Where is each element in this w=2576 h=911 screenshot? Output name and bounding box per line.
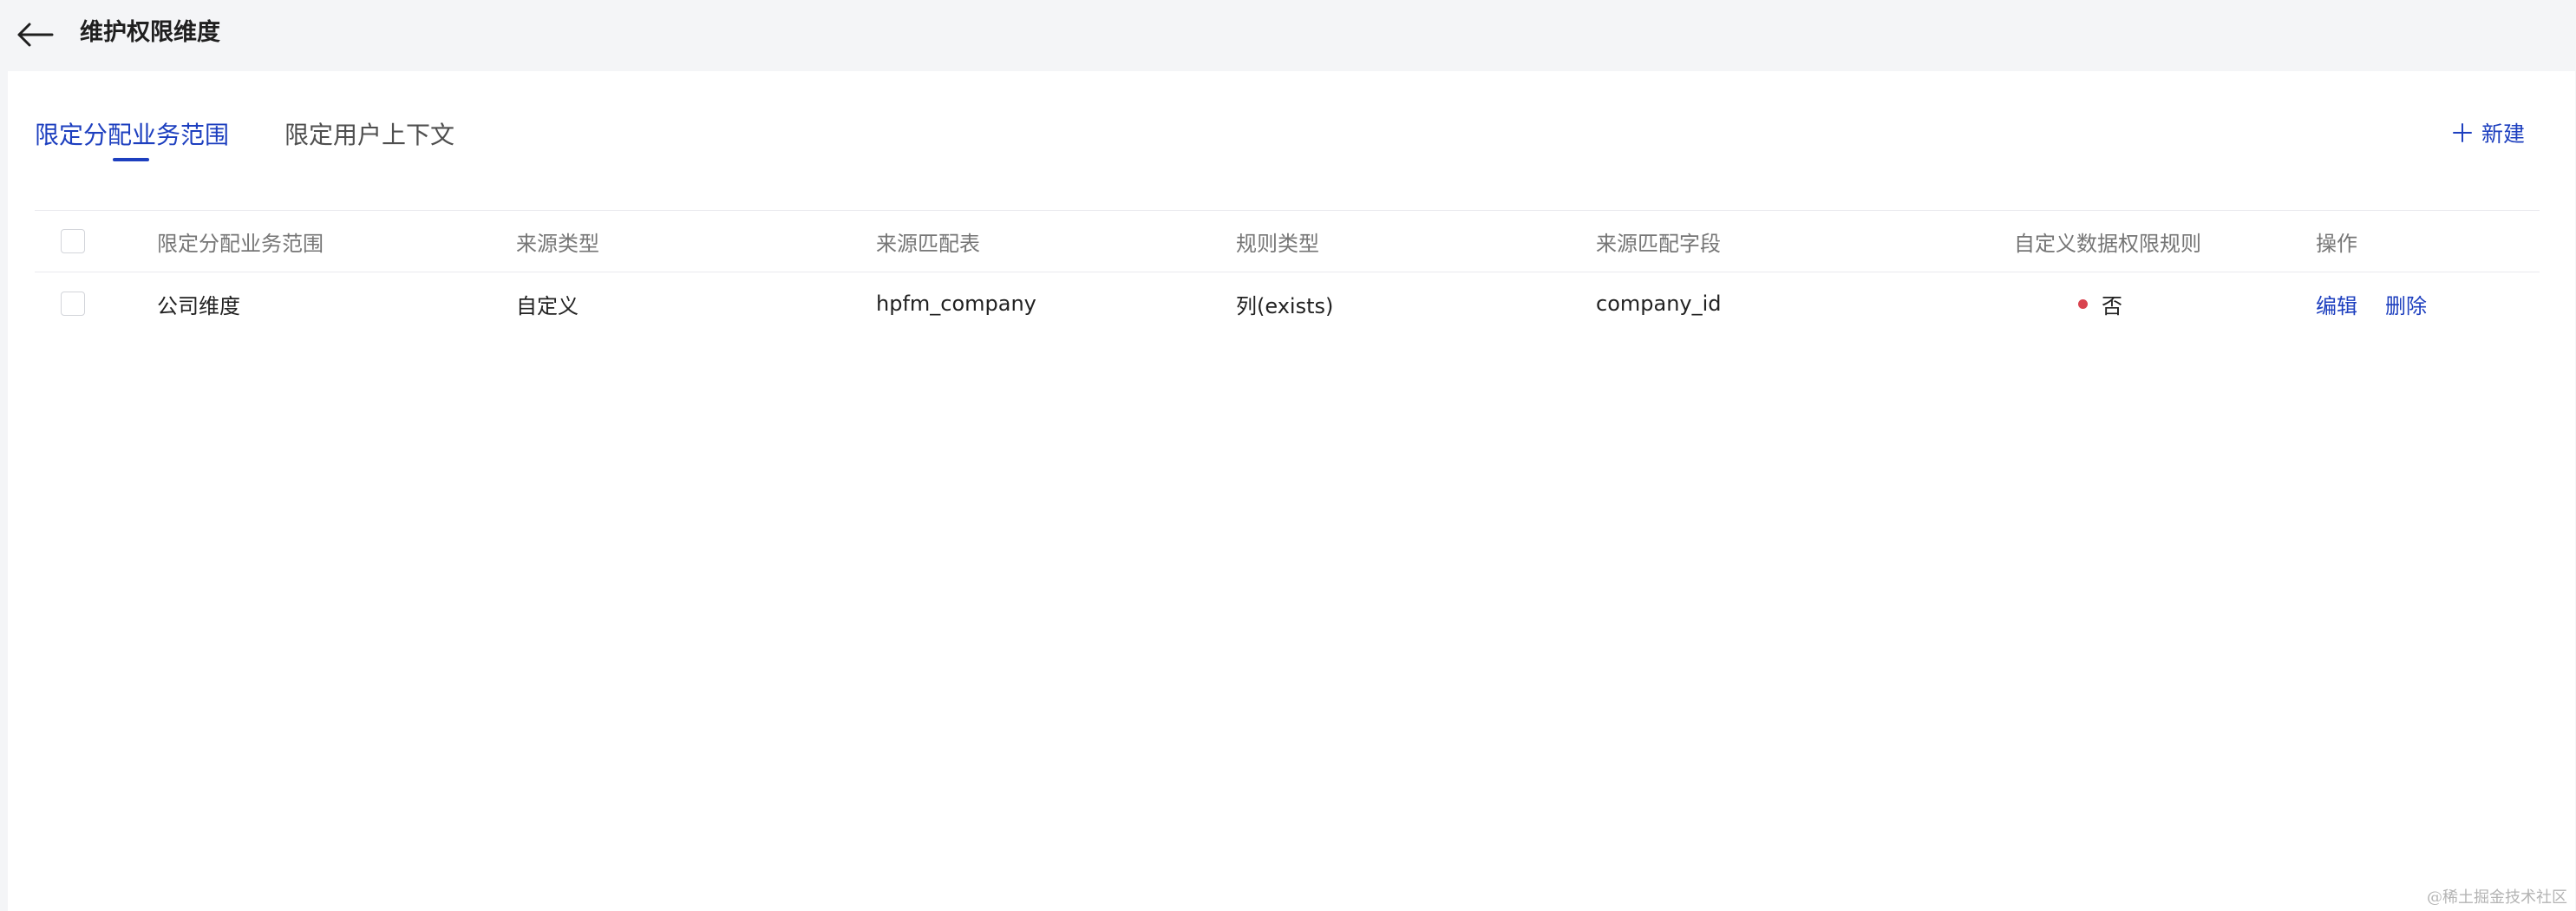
column-header-actions: 操作 [2316, 231, 2357, 256]
delete-link[interactable]: 删除 [2385, 289, 2427, 319]
main-panel: 限定分配业务范围 限定用户上下文 新建 限定分配业务范围 来源类型 来源匹配表 … [8, 71, 2575, 911]
header-checkbox-cell [61, 211, 85, 272]
new-button[interactable]: 新建 [2452, 115, 2525, 150]
row-checkbox[interactable] [61, 292, 85, 316]
cell-rule-type: 列(exists) [1236, 293, 1334, 318]
cell-custom-rule: 否 [2078, 272, 2122, 335]
table-header: 限定分配业务范围 来源类型 来源匹配表 规则类型 来源匹配字段 自定义数据权限规… [35, 210, 2540, 272]
watermark: @稀土掘金技术社区 [2427, 888, 2567, 907]
column-header-source-type: 来源类型 [516, 231, 599, 256]
new-button-label: 新建 [2481, 121, 2526, 147]
tab-user-context[interactable]: 限定用户上下文 [284, 118, 454, 153]
page-title: 维护权限维度 [80, 19, 220, 46]
custom-rule-value: 否 [2102, 293, 2122, 318]
column-header-rule-type: 规则类型 [1236, 231, 1319, 256]
row-checkbox-cell [61, 272, 85, 335]
column-header-source-table: 来源匹配表 [876, 231, 980, 256]
plus-icon [2453, 123, 2472, 142]
arrow-left-icon[interactable] [16, 19, 54, 50]
tab-business-scope[interactable]: 限定分配业务范围 [35, 118, 229, 153]
status-dot-icon [2078, 298, 2088, 309]
cell-scope-name: 公司维度 [157, 293, 240, 318]
edit-link[interactable]: 编辑 [2316, 289, 2357, 319]
column-header-scope: 限定分配业务范围 [157, 231, 324, 256]
column-header-source-field: 来源匹配字段 [1596, 231, 1721, 256]
column-header-custom-rule: 自定义数据权限规则 [2014, 231, 2201, 256]
cell-source-field: company_id [1596, 292, 1722, 316]
cell-source-table: hpfm_company [876, 292, 1036, 316]
dimension-table: 限定分配业务范围 来源类型 来源匹配表 规则类型 来源匹配字段 自定义数据权限规… [35, 210, 2540, 335]
cell-source-type: 自定义 [516, 293, 579, 318]
page-header: 维护权限维度 [0, 0, 2576, 69]
table-row: 公司维度 自定义 hpfm_company 列(exists) company_… [35, 272, 2540, 335]
cell-actions: 编辑 删除 [2316, 272, 2427, 335]
active-tab-indicator [113, 158, 149, 161]
select-all-checkbox[interactable] [61, 229, 85, 253]
